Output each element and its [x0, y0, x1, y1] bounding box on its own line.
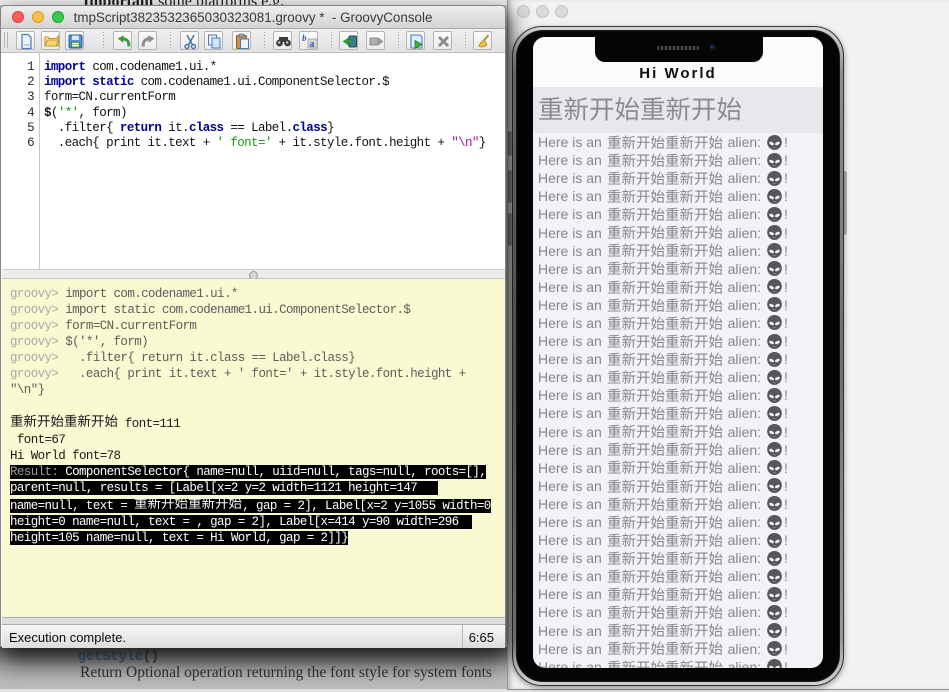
svg-text:b: b — [302, 33, 307, 43]
svg-text:a: a — [310, 39, 315, 50]
